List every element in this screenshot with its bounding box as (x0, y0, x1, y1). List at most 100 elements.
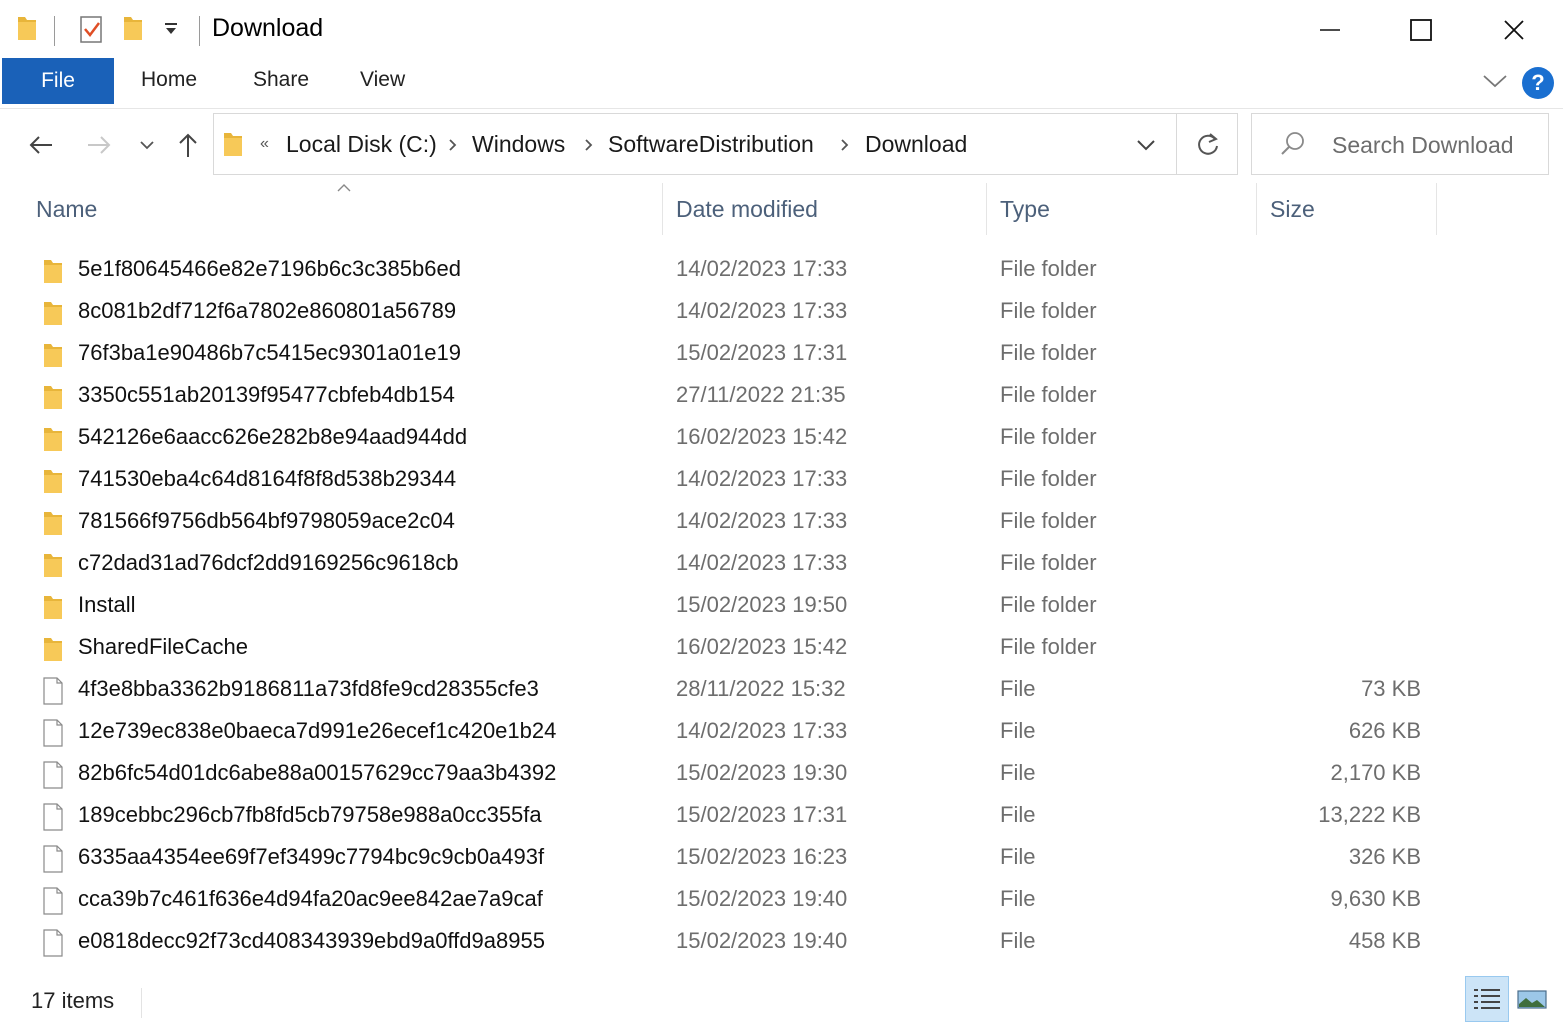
table-row[interactable]: 76f3ba1e90486b7c5415ec9301a01e19 15/02/20… (30, 333, 1440, 375)
row-type: File (1000, 676, 1036, 701)
row-type: File (1000, 760, 1036, 785)
minimize-button[interactable] (1284, 0, 1376, 60)
tab-file[interactable]: File (2, 58, 114, 104)
tab-share[interactable]: Share (253, 68, 309, 92)
chevron-right-icon[interactable] (840, 138, 850, 157)
column-header-type[interactable]: Type (1000, 196, 1050, 223)
folder-icon (42, 257, 64, 290)
refresh-icon[interactable] (1196, 131, 1220, 162)
row-type: File (1000, 718, 1036, 743)
table-row[interactable]: 781566f9756db564bf9798059ace2c04 14/02/20… (30, 501, 1440, 543)
file-icon (42, 929, 64, 962)
breadcrumb-softwaredistribution[interactable]: SoftwareDistribution (608, 131, 814, 158)
row-name: 5e1f80645466e82e7196b6c3c385b6ed (78, 256, 461, 281)
arrow-up-icon (179, 133, 197, 157)
tab-home[interactable]: Home (141, 68, 197, 92)
table-row[interactable]: e0818decc92f73cd408343939ebd9a0ffd9a8955… (30, 921, 1440, 963)
breadcrumb-windows[interactable]: Windows (472, 131, 565, 158)
file-icon (42, 719, 64, 752)
row-type: File folder (1000, 634, 1097, 659)
details-view-button[interactable] (1465, 976, 1509, 1022)
row-type: File folder (1000, 592, 1097, 617)
row-size: 9,630 KB (1330, 886, 1421, 911)
new-folder-icon[interactable] (122, 14, 144, 47)
tab-view[interactable]: View (360, 68, 405, 92)
row-date-modified: 14/02/2023 17:33 (676, 298, 848, 323)
table-row[interactable]: 12e739ec838e0baeca7d991e26ecef1c420e1b24… (30, 711, 1440, 753)
table-row[interactable]: 5e1f80645466e82e7196b6c3c385b6ed 14/02/20… (30, 249, 1440, 291)
address-divider (1176, 114, 1177, 174)
breadcrumb-download[interactable]: Download (865, 131, 967, 158)
row-name: Install (78, 592, 136, 617)
sort-ascending-icon (337, 180, 351, 198)
row-date-modified: 15/02/2023 19:50 (676, 592, 848, 617)
close-button[interactable] (1468, 0, 1560, 60)
row-name: 189cebbc296cb7fb8fd5cb79758e988a0cc355fa (78, 802, 542, 827)
folder-icon (42, 635, 64, 668)
table-row[interactable]: 8c081b2df712f6a7802e860801a56789 14/02/20… (30, 291, 1440, 333)
recent-locations-button[interactable] (136, 128, 158, 162)
customize-quick-access-icon[interactable] (164, 22, 178, 41)
minimize-icon (1320, 29, 1340, 31)
properties-icon[interactable] (79, 14, 105, 49)
table-row[interactable]: 741530eba4c64d8164f8f8d538b29344 14/02/20… (30, 459, 1440, 501)
row-date-modified: 14/02/2023 17:33 (676, 508, 848, 533)
maximize-button[interactable] (1375, 0, 1467, 60)
large-icons-view-button[interactable] (1510, 976, 1554, 1022)
column-header-size[interactable]: Size (1270, 196, 1315, 223)
row-name: 8c081b2df712f6a7802e860801a56789 (78, 298, 457, 323)
column-divider[interactable] (1436, 183, 1437, 235)
row-name: 3350c551ab20139f95477cbfeb4db154 (78, 382, 455, 407)
table-row[interactable]: c72dad31ad76dcf2dd9169256c9618cb 14/02/20… (30, 543, 1440, 585)
column-divider[interactable] (986, 183, 987, 235)
row-type: File folder (1000, 298, 1097, 323)
address-bar[interactable]: « Local Disk (C:) Windows SoftwareDistri… (213, 113, 1238, 175)
table-row[interactable]: 189cebbc296cb7fb8fd5cb79758e988a0cc355fa… (30, 795, 1440, 837)
breadcrumb-local-disk[interactable]: Local Disk (C:) (286, 131, 437, 158)
row-name: 542126e6aacc626e282b8e94aad944dd (78, 424, 468, 449)
address-dropdown-icon[interactable] (1136, 138, 1156, 157)
table-row[interactable]: 542126e6aacc626e282b8e94aad944dd 16/02/20… (30, 417, 1440, 459)
chevron-right-icon[interactable] (584, 138, 594, 157)
help-button[interactable]: ? (1522, 67, 1554, 99)
table-row[interactable]: 6335aa4354ee69f7ef3499c7794bc9c9cb0a493f… (30, 837, 1440, 879)
status-divider (141, 988, 142, 1018)
table-row[interactable]: 82b6fc54d01dc6abe88a00157629cc79aa3b4392… (30, 753, 1440, 795)
details-view-icon (1474, 989, 1500, 1009)
column-divider[interactable] (1256, 183, 1257, 235)
row-type: File (1000, 844, 1036, 869)
expand-ribbon-icon[interactable] (1482, 73, 1508, 94)
chevron-right-icon[interactable] (448, 138, 458, 157)
table-row[interactable]: 3350c551ab20139f95477cbfeb4db154 27/11/20… (30, 375, 1440, 417)
breadcrumb-overflow[interactable]: « (260, 135, 269, 153)
back-button[interactable] (26, 128, 56, 162)
maximize-icon (1410, 19, 1432, 41)
row-name: 741530eba4c64d8164f8f8d538b29344 (78, 466, 457, 491)
table-row[interactable]: Install 15/02/2023 19:50 File folder (30, 585, 1440, 627)
table-row[interactable]: SharedFileCache 16/02/2023 15:42 File fold… (30, 627, 1440, 669)
row-date-modified: 15/02/2023 19:40 (676, 886, 848, 911)
column-divider[interactable] (662, 183, 663, 235)
search-box[interactable]: Search Download (1251, 113, 1549, 175)
folder-icon[interactable] (16, 14, 38, 47)
search-input[interactable]: Search Download (1332, 132, 1514, 159)
row-type: File folder (1000, 508, 1097, 533)
row-size: 326 KB (1348, 844, 1421, 869)
row-date-modified: 16/02/2023 15:42 (676, 424, 848, 449)
row-date-modified: 15/02/2023 19:40 (676, 928, 848, 953)
row-size: 626 KB (1348, 718, 1421, 743)
search-icon (1280, 131, 1306, 162)
status-item-count: 17 items (31, 988, 115, 1013)
file-icon (42, 887, 64, 920)
column-header-date[interactable]: Date modified (676, 196, 818, 223)
column-header-name[interactable]: Name (36, 196, 97, 223)
up-button[interactable] (174, 128, 202, 162)
file-icon (42, 761, 64, 794)
forward-button[interactable] (84, 128, 114, 162)
row-date-modified: 15/02/2023 16:23 (676, 844, 848, 869)
table-row[interactable]: cca39b7c461f636e4d94fa20ac9ee842ae7a9caf… (30, 879, 1440, 921)
folder-icon (42, 299, 64, 332)
table-row[interactable]: 4f3e8bba3362b9186811a73fd8fe9cd28355cfe3… (30, 669, 1440, 711)
row-size: 458 KB (1348, 928, 1421, 953)
row-type: File folder (1000, 256, 1097, 281)
